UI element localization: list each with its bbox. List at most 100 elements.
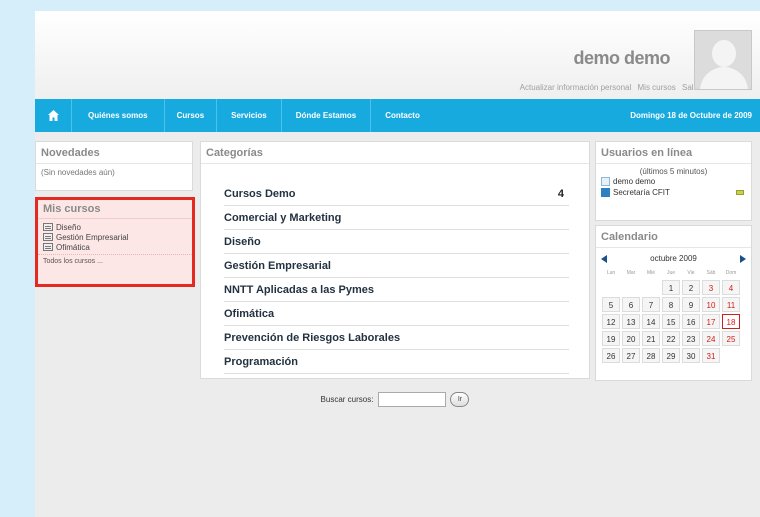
calendar-day[interactable]: 5 — [602, 297, 620, 312]
mis-cursos-item[interactable]: Gestión Empresarial — [38, 232, 192, 242]
user-icon — [601, 188, 610, 197]
calendar-day[interactable]: 12 — [602, 314, 620, 329]
calendario-title: Calendario — [596, 226, 751, 248]
calendar-day[interactable]: 20 — [622, 331, 640, 346]
calendar-day[interactable]: 31 — [702, 348, 720, 363]
calendar-weekday: Mar — [626, 270, 636, 276]
calendar-month: octubre 2009 — [650, 254, 697, 263]
calendar-weekday: Vie — [687, 270, 695, 276]
usuarios-block: Usuarios en línea (últimos 5 minutos) de… — [595, 141, 752, 221]
update-profile-link[interactable]: Actualizar información personal — [520, 83, 632, 92]
calendar-day[interactable]: 18 — [722, 314, 740, 329]
course-search: Buscar cursos: Ir — [200, 389, 590, 409]
calendar-grid: Lun Mar Mié Jue Vie Sáb Dom 1 2 3 4 5 6 7 8 9 10 11 12 13 14… — [596, 266, 751, 365]
navbar: Quiénes somos Cursos Servicios Dónde Est… — [35, 99, 760, 132]
category-row[interactable]: Diseño — [224, 230, 569, 254]
calendar-day[interactable]: 13 — [622, 314, 640, 329]
category-row[interactable]: Cursos Demo 4 — [224, 182, 569, 206]
user-links: Actualizar información personal Mis curs… — [516, 83, 698, 92]
calendar-day[interactable]: 11 — [722, 297, 740, 312]
calendar-day[interactable]: 6 — [622, 297, 640, 312]
mis-cursos-block: Mis cursos Diseño Gestión Empresarial Of… — [35, 197, 195, 287]
calendar-day[interactable]: 22 — [662, 331, 680, 346]
calendar-weekday: Sáb — [706, 270, 716, 276]
calendar-day[interactable]: 10 — [702, 297, 720, 312]
calendar-empty-cell — [622, 280, 640, 295]
calendar-weekday: Mié — [646, 270, 656, 276]
course-icon — [43, 243, 53, 251]
calendar-day[interactable]: 1 — [662, 280, 680, 295]
calendario-block: Calendario octubre 2009 Lun Mar Mié Jue Vie S… — [595, 225, 752, 381]
category-row[interactable]: NNTT Aplicadas a las Pymes — [224, 278, 569, 302]
user-icon — [601, 177, 610, 186]
calendar-day[interactable]: 21 — [642, 331, 660, 346]
novedades-title: Novedades — [36, 142, 192, 164]
categorias-block: Categorías Cursos Demo 4 Comercial y Mark… — [200, 141, 590, 379]
novedades-block: Novedades (Sin novedades aún) — [35, 141, 193, 191]
calendar-day[interactable]: 8 — [662, 297, 680, 312]
calendar-day[interactable]: 19 — [602, 331, 620, 346]
calendar-day[interactable]: 27 — [622, 348, 640, 363]
my-courses-link[interactable]: Mis cursos — [638, 83, 676, 92]
calendar-day[interactable]: 16 — [682, 314, 700, 329]
calendar-day[interactable]: 23 — [682, 331, 700, 346]
next-month-icon[interactable] — [739, 254, 746, 263]
course-icon — [43, 233, 53, 241]
calendar-empty-cell — [602, 280, 620, 295]
nav-contacto[interactable]: Contacto — [371, 99, 434, 132]
search-label: Buscar cursos: — [320, 394, 374, 404]
calendar-day[interactable]: 7 — [642, 297, 660, 312]
online-user[interactable]: Secretaría CFIT — [596, 187, 751, 198]
calendar-day[interactable]: 30 — [682, 348, 700, 363]
calendar-day[interactable]: 9 — [682, 297, 700, 312]
category-row[interactable]: Comercial y Marketing — [224, 206, 569, 230]
calendar-header: octubre 2009 — [596, 248, 751, 266]
header: demo demo Actualizar información persona… — [35, 11, 760, 99]
calendar-day[interactable]: 26 — [602, 348, 620, 363]
category-list: Cursos Demo 4 Comercial y Marketing Diseñ… — [224, 182, 569, 374]
mis-cursos-item[interactable]: Ofimática — [38, 242, 192, 252]
category-row[interactable]: Ofimática — [224, 302, 569, 326]
home-icon[interactable] — [35, 99, 72, 132]
calendar-day[interactable]: 2 — [682, 280, 700, 295]
mis-cursos-title: Mis cursos — [38, 200, 192, 219]
usuarios-subtitle: (últimos 5 minutos) — [639, 167, 708, 176]
calendar-day[interactable]: 29 — [662, 348, 680, 363]
calendar-empty-cell — [642, 280, 660, 295]
calendar-day[interactable]: 3 — [702, 280, 720, 295]
category-row[interactable]: Programación — [224, 350, 569, 374]
usuarios-title: Usuarios en línea — [596, 142, 751, 164]
categorias-title: Categorías — [201, 142, 589, 164]
nav-servicios[interactable]: Servicios — [217, 99, 282, 132]
novedades-text: (Sin novedades aún) — [41, 168, 115, 177]
calendar-day[interactable]: 14 — [642, 314, 660, 329]
nav-donde-estamos[interactable]: Dónde Estamos — [282, 99, 372, 132]
all-courses-link[interactable]: Todos los cursos ... — [38, 254, 192, 268]
prev-month-icon[interactable] — [601, 254, 607, 263]
nav-date: Domingo 18 de Octubre de 2009 — [630, 111, 752, 120]
calendar-day[interactable]: 4 — [722, 280, 740, 295]
calendar-weekday: Dom — [725, 270, 737, 276]
calendar-day[interactable]: 17 — [702, 314, 720, 329]
category-row[interactable]: Gestión Empresarial — [224, 254, 569, 278]
calendar-weekday: Jue — [666, 270, 676, 276]
category-count: 4 — [557, 187, 564, 200]
username: demo demo — [573, 48, 670, 68]
search-button[interactable]: Ir — [450, 391, 470, 407]
calendar-day[interactable]: 15 — [662, 314, 680, 329]
avatar[interactable] — [694, 30, 752, 90]
search-input[interactable] — [378, 391, 447, 407]
message-icon[interactable] — [736, 190, 744, 195]
category-row[interactable]: Prevención de Riesgos Laborales — [224, 326, 569, 350]
mis-cursos-item[interactable]: Diseño — [38, 222, 192, 232]
calendar-day[interactable]: 25 — [722, 331, 740, 346]
calendar-day[interactable]: 28 — [642, 348, 660, 363]
calendar-weekday: Lun — [606, 270, 616, 276]
calendar-empty-cell — [722, 348, 740, 363]
course-icon — [43, 223, 53, 231]
nav-quienes-somos[interactable]: Quiénes somos — [72, 99, 165, 132]
page: demo demo Actualizar información persona… — [35, 11, 760, 517]
calendar-day[interactable]: 24 — [702, 331, 720, 346]
online-user[interactable]: demo demo — [596, 176, 751, 187]
nav-cursos[interactable]: Cursos — [165, 99, 218, 132]
